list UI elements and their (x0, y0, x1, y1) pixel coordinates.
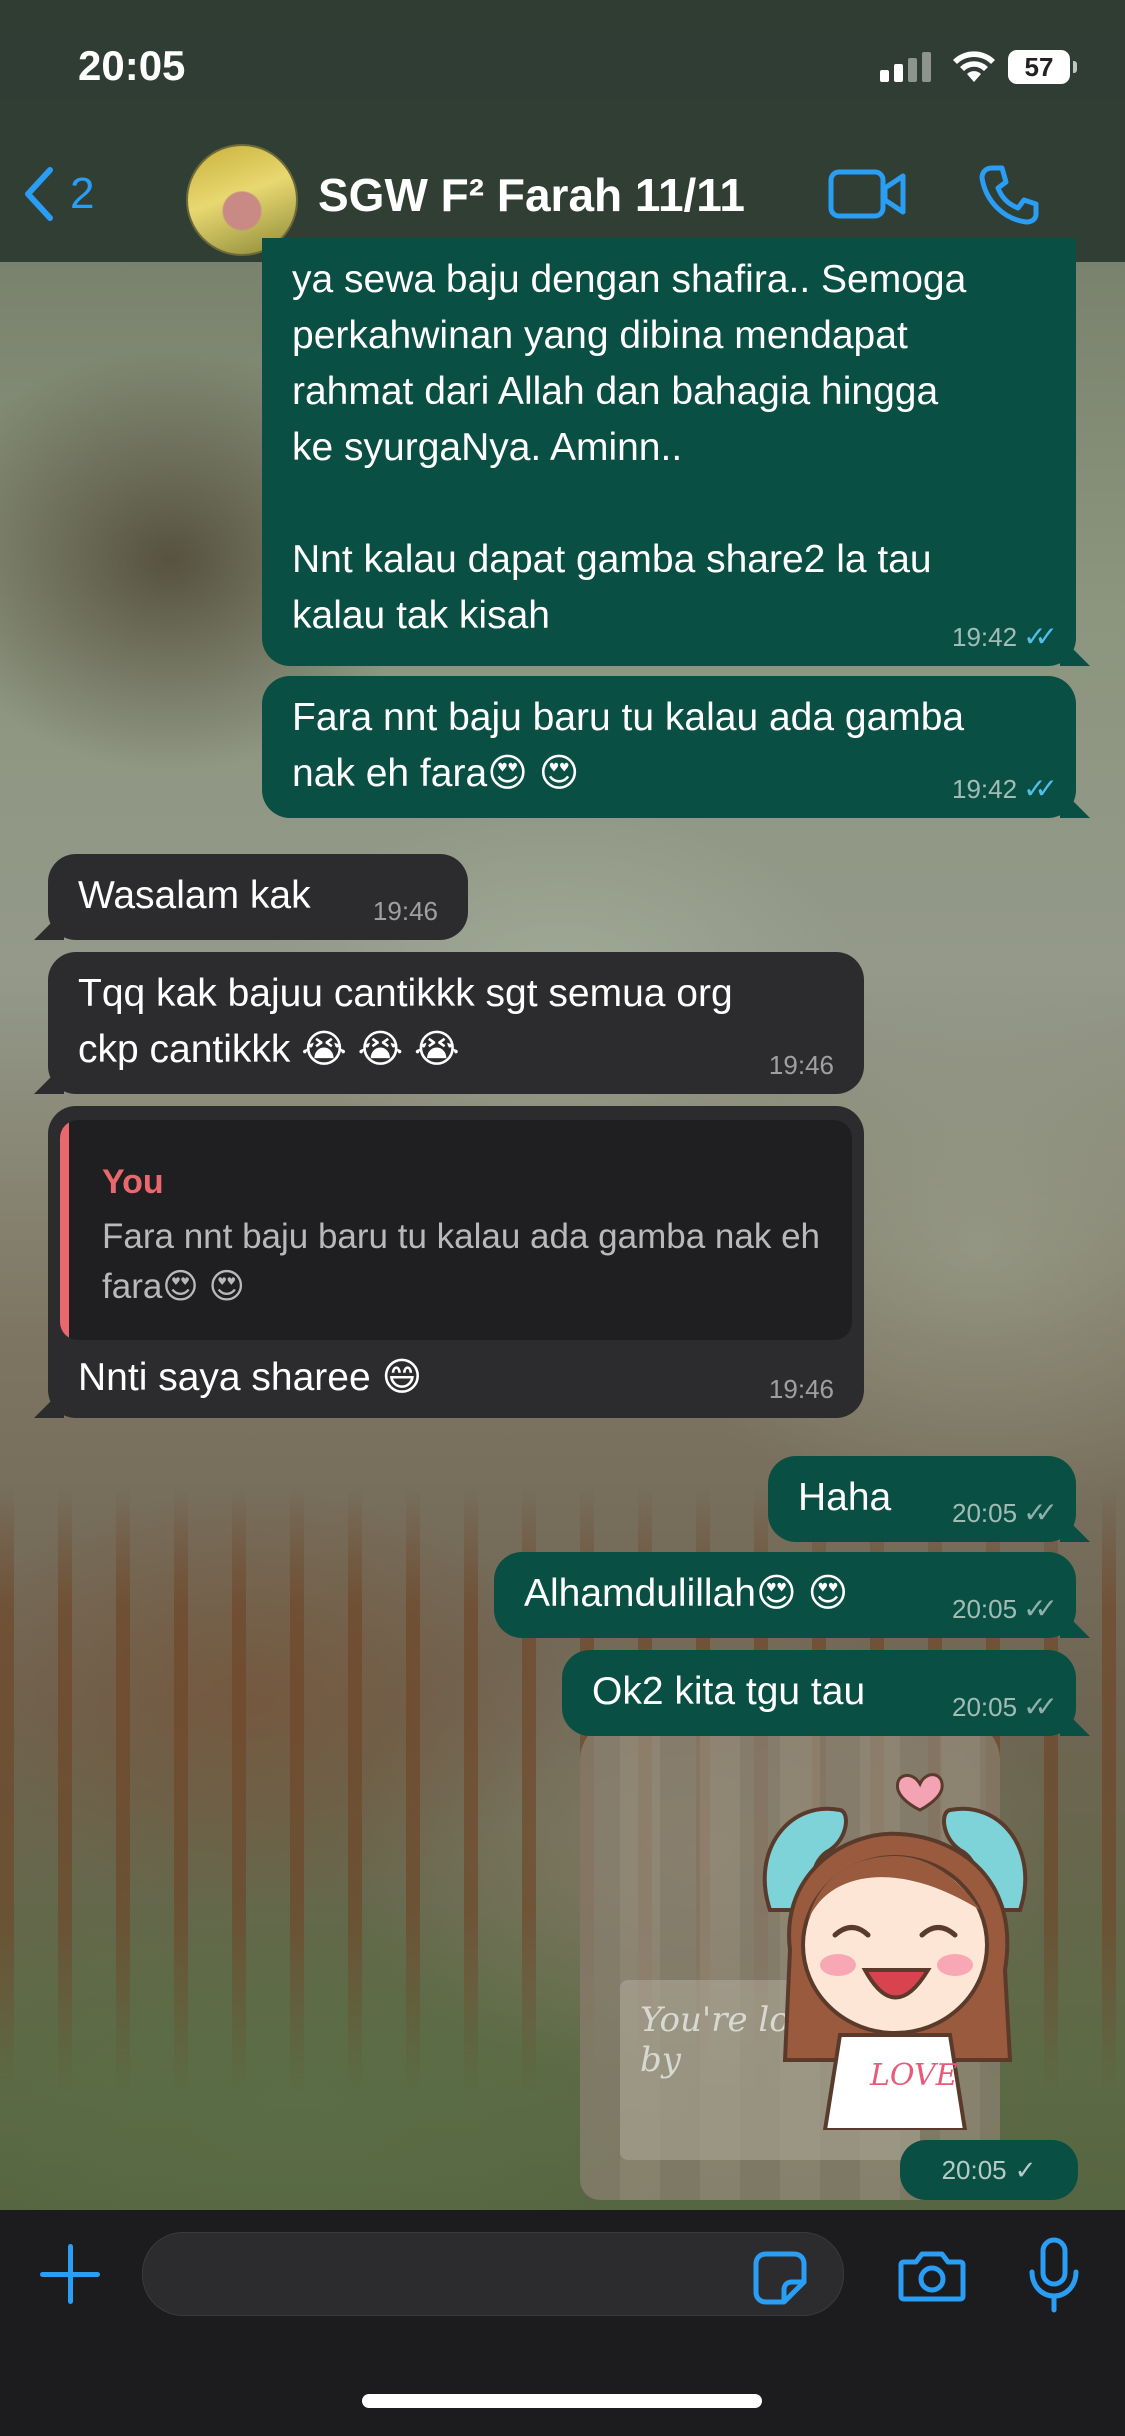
message-time: 20:05 (941, 2154, 1007, 2185)
wifi-icon (953, 51, 995, 82)
quote-text: Fara nnt baju baru tu kalau ada gamba na… (102, 1217, 820, 1306)
back-button[interactable]: 2 (22, 166, 94, 222)
chevron-left-icon (25, 167, 53, 221)
chat-title[interactable]: SGW F² Farah 11/11 (318, 168, 745, 222)
message-time: 19:46 (768, 1374, 834, 1404)
outgoing-message[interactable]: Ok2 kita tgu tau 20:05 ✓✓ (562, 1650, 1076, 1736)
girl-heart-sticker[interactable]: LOVE (730, 1760, 1060, 2130)
message-meta: 19:42 ✓✓ (952, 773, 1058, 805)
message-text: Nnti saya sharee 😄 (78, 1356, 423, 1399)
message-meta: 20:05 ✓✓ (952, 1593, 1058, 1625)
message-input[interactable] (142, 2232, 844, 2316)
svg-text:LOVE: LOVE (869, 2058, 958, 2093)
attach-plus-icon[interactable] (40, 2244, 100, 2304)
quote-author: You (102, 1163, 164, 1201)
unread-count: 2 (70, 169, 95, 218)
sticker-meta: 20:05 ✓ (900, 2140, 1078, 2200)
message-meta: 19:46 (769, 1374, 834, 1404)
incoming-reply-message[interactable]: You Fara nnt baju baru tu kalau ada gamb… (48, 1106, 864, 1418)
message-time: 20:05 (952, 1594, 1018, 1624)
outgoing-message[interactable]: Haha 20:05 ✓✓ (768, 1456, 1076, 1542)
microphone-icon[interactable] (1026, 2236, 1082, 2316)
battery-icon: 57 (1008, 50, 1077, 84)
incoming-message[interactable]: Wasalam kak 19:46 (48, 854, 468, 940)
read-receipt-icon: ✓✓ (1023, 773, 1058, 804)
sent-receipt-icon: ✓ (1014, 2154, 1037, 2185)
message-meta: 20:05 ✓✓ (952, 1691, 1058, 1723)
home-indicator[interactable] (362, 2394, 762, 2408)
outgoing-message[interactable]: Alhamdulillah😍 😍 20:05 ✓✓ (494, 1552, 1076, 1638)
message-time: 20:05 (952, 1692, 1018, 1722)
message-text: Tqq kak bajuu cantikkk sgt semua org ckp… (78, 972, 733, 1071)
delivered-receipt-icon: ✓✓ (1023, 1497, 1058, 1528)
message-time: 19:46 (768, 1050, 834, 1080)
message-time: 19:42 (952, 622, 1018, 652)
outgoing-message[interactable]: ya sewa baju dengan shafira.. Semoga per… (262, 238, 1076, 666)
outgoing-message[interactable]: Fara nnt baju baru tu kalau ada gamba na… (262, 676, 1076, 818)
chat-header: 20:05 57 2 SGW F² Farah 11/11 (0, 0, 1125, 262)
status-time: 20:05 (78, 42, 186, 89)
message-time: 19:42 (952, 774, 1018, 804)
cellular-signal-icon (880, 52, 931, 82)
message-text: ya sewa baju dengan shafira.. Semoga per… (292, 258, 967, 637)
message-text: Fara nnt baju baru tu kalau ada gamba na… (292, 696, 965, 795)
video-call-icon[interactable] (828, 168, 906, 220)
delivered-receipt-icon: ✓✓ (1023, 1593, 1058, 1624)
sticker-icon[interactable] (752, 2250, 808, 2306)
incoming-message[interactable]: Tqq kak bajuu cantikkk sgt semua org ckp… (48, 952, 864, 1094)
message-meta: 19:46 (373, 896, 438, 926)
message-meta: 19:46 (769, 1050, 834, 1080)
message-meta: 20:05 ✓✓ (952, 1497, 1058, 1529)
camera-icon[interactable] (898, 2248, 966, 2304)
message-time: 19:46 (372, 896, 438, 926)
quoted-message[interactable]: You Fara nnt baju baru tu kalau ada gamb… (60, 1120, 852, 1340)
message-meta: 19:42 ✓✓ (952, 621, 1058, 653)
delivered-receipt-icon: ✓✓ (1023, 1691, 1058, 1722)
read-receipt-icon: ✓✓ (1023, 621, 1058, 652)
phone-call-icon[interactable] (978, 164, 1040, 226)
message-time: 20:05 (952, 1498, 1018, 1528)
